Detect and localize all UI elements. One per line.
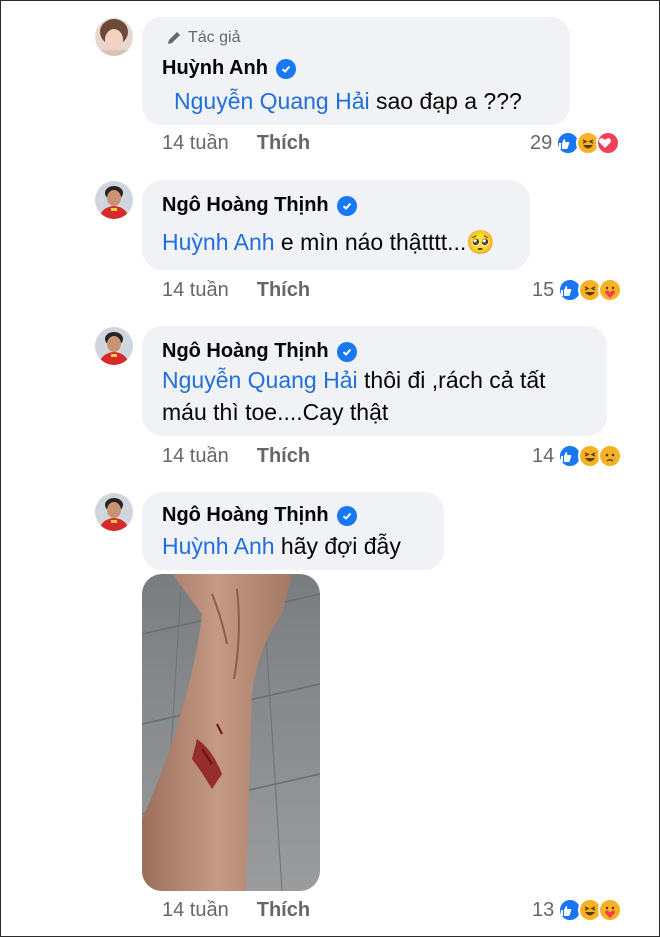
avatar[interactable]: [95, 327, 133, 365]
timestamp[interactable]: 14 tuần: [162, 132, 229, 154]
mention-link[interactable]: Nguyễn Quang Hải: [174, 88, 370, 114]
commenter-name[interactable]: Ngô Hoàng Thịnh: [162, 194, 357, 217]
comment-body: hãy đợi đẫy: [274, 533, 401, 559]
comment-body-line-2: máu thì toe....Cay thật: [162, 399, 389, 425]
comment-text: Huỳnh Anh hãy đợi đẫy: [162, 530, 428, 562]
reaction-count: 13: [532, 898, 555, 921]
verified-icon: [336, 505, 357, 526]
comment-bubble: Ngô Hoàng Thịnh Huỳnh Anh hãy đợi đẫy: [142, 492, 444, 570]
pleading-face-emoji: 🥺: [466, 229, 495, 255]
verified-icon: [275, 58, 296, 79]
comment-meta: 14 tuần Thích: [162, 445, 310, 468]
verified-icon: [336, 341, 357, 362]
timestamp[interactable]: 14 tuần: [162, 279, 229, 301]
pencil-icon: [168, 32, 180, 44]
like-button[interactable]: Thích: [257, 445, 310, 467]
comment-body: e mìn náo thậtttt...: [274, 229, 467, 255]
care-reaction-icon: [598, 898, 623, 922]
care-reaction-icon: [598, 278, 623, 302]
love-reaction-icon: [596, 131, 621, 155]
reaction-summary[interactable]: 13: [532, 898, 623, 922]
avatar[interactable]: [95, 18, 133, 56]
comment-body: thôi đi ,rách cả tất: [357, 367, 546, 393]
commenter-name[interactable]: Huỳnh Anh: [162, 57, 296, 80]
commenter-name-text[interactable]: Ngô Hoàng Thịnh: [162, 194, 329, 217]
commenter-name-text[interactable]: Ngô Hoàng Thịnh: [162, 340, 329, 363]
comment-bubble: Tác giả Huỳnh Anh Nguyễn Quang Hải sao đ…: [142, 17, 570, 125]
mention-link[interactable]: Nguyễn Quang Hải: [162, 367, 358, 393]
comment-meta: 14 tuần Thích: [162, 279, 310, 302]
like-button[interactable]: Thích: [257, 279, 310, 301]
verified-icon: [336, 195, 357, 216]
commenter-name-text[interactable]: Ngô Hoàng Thịnh: [162, 504, 329, 527]
avatar[interactable]: [95, 181, 133, 219]
sad-reaction-icon: [598, 444, 623, 468]
reaction-summary[interactable]: 14: [532, 444, 623, 468]
like-button[interactable]: Thích: [257, 132, 310, 154]
comment-text: Huỳnh Anh e mìn náo thậtttt...🥺: [162, 226, 514, 258]
mention-link[interactable]: Huỳnh Anh: [162, 533, 275, 559]
timestamp[interactable]: 14 tuần: [162, 899, 229, 921]
comment-bubble: Ngô Hoàng Thịnh Huỳnh Anh e mìn náo thật…: [142, 180, 530, 270]
author-badge-label: Tác giả: [188, 29, 241, 46]
commenter-name[interactable]: Ngô Hoàng Thịnh: [162, 340, 357, 363]
commenter-name[interactable]: Ngô Hoàng Thịnh: [162, 504, 357, 527]
author-badge: Tác giả: [166, 29, 240, 47]
comment-bubble: Ngô Hoàng Thịnh Nguyễn Quang Hải thôi đi…: [142, 326, 607, 436]
comment-text: Nguyễn Quang Hải sao đạp a ???: [174, 85, 554, 117]
mention-link[interactable]: Huỳnh Anh: [162, 229, 275, 255]
like-button[interactable]: Thích: [257, 899, 310, 921]
comment-body: sao đạp a ???: [369, 88, 522, 114]
timestamp[interactable]: 14 tuần: [162, 445, 229, 467]
comment-meta: 14 tuần Thích: [162, 899, 310, 922]
reaction-count: 29: [530, 131, 553, 154]
comment-meta: 14 tuần Thích: [162, 132, 310, 155]
reaction-count: 15: [532, 278, 555, 301]
avatar[interactable]: [95, 493, 133, 531]
reaction-summary[interactable]: 15: [532, 278, 623, 302]
attached-photo[interactable]: [142, 574, 320, 891]
reaction-count: 14: [532, 444, 555, 467]
commenter-name-text[interactable]: Huỳnh Anh: [162, 57, 268, 80]
comment-text: Nguyễn Quang Hải thôi đi ,rách cả tất má…: [162, 364, 591, 428]
reaction-summary[interactable]: 29: [530, 131, 621, 155]
